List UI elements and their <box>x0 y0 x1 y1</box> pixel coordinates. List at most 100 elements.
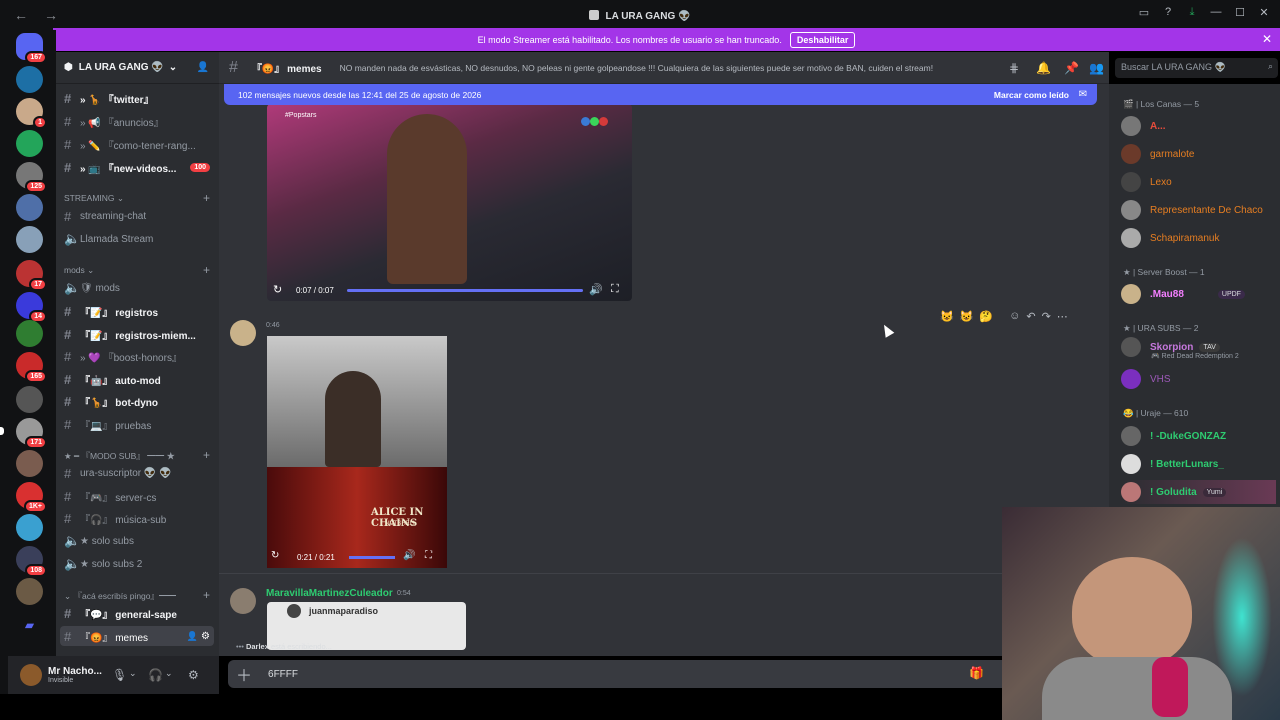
channel-boost-honors[interactable]: # » 💜 『boost-honors』 <box>60 346 214 366</box>
channel-topic[interactable]: NO manden nada de esvásticas, NO desnudo… <box>340 63 960 73</box>
bell-icon[interactable]: 🔔 <box>1036 61 1051 75</box>
forward-icon[interactable]: ↷ <box>1042 310 1051 323</box>
add-channel-icon[interactable]: + <box>203 191 210 205</box>
message-author[interactable]: MaravillaMartinezCuleador <box>266 588 393 599</box>
channel-solo-subs[interactable]: 🔈 ★ solo subs <box>60 531 214 551</box>
guild-header[interactable]: ⬢ LA URA GANG 👽 ⌄ 👤 <box>56 52 219 84</box>
maximize-icon[interactable]: ☐ <box>1230 6 1250 19</box>
video-attachment[interactable]: ALICE IN CHAINS NUTSHELL ↻ 0:21 / 0:21 🔊… <box>267 336 447 568</box>
add-channel-icon[interactable]: + <box>203 588 210 602</box>
headphones-icon[interactable]: 🎧 <box>148 668 163 682</box>
channel-registros[interactable]: # 『📝』 registros <box>60 301 214 321</box>
avatar[interactable] <box>230 588 256 614</box>
member-item[interactable]: Lexo <box>1121 170 1276 194</box>
channel-general-sape[interactable]: # 『💬』 general-sape <box>60 603 214 623</box>
channel-ura-suscriptor[interactable]: # ura-suscriptor 👽 👽 <box>60 463 214 483</box>
close-window-icon[interactable]: ✕ <box>1254 6 1274 19</box>
add-reaction-icon[interactable]: ☺ <box>1009 310 1020 323</box>
member-item[interactable]: Schapiramanuk <box>1121 226 1276 250</box>
threads-icon[interactable]: ⋕ <box>1009 61 1019 75</box>
category-mods[interactable]: mods ⌄ + <box>64 263 210 277</box>
add-channel-icon[interactable]: + <box>203 263 210 277</box>
category-streaming[interactable]: STREAMING ⌄ + <box>64 191 210 205</box>
member-item[interactable]: .Mau88 UPDF <box>1121 282 1276 306</box>
server-icon[interactable] <box>16 514 43 541</box>
gift-icon[interactable]: 🎁 <box>969 666 984 680</box>
minimize-icon[interactable]: — <box>1206 6 1226 19</box>
server-icon[interactable] <box>16 320 43 347</box>
fullscreen-icon[interactable]: ⛶ <box>425 550 432 561</box>
server-icon[interactable]: 1K+ <box>16 482 47 513</box>
video-progress-bar[interactable] <box>347 289 583 292</box>
channel-anuncios[interactable]: # » 📢 『anuncios』 <box>60 111 214 131</box>
server-icon[interactable]: 125 <box>16 162 47 193</box>
category-modo-sub[interactable]: ★ ━ 『MODO SUB』 ━━ ★ + <box>64 448 210 462</box>
message-composer[interactable]: ＋ 6FFFF 🎁 <box>228 660 1028 688</box>
reply-icon[interactable]: ↶ <box>1026 310 1035 323</box>
channel-memes[interactable]: # 『😡』 memes 👤 ⚙ <box>60 626 214 646</box>
member-item[interactable]: VHS <box>1121 367 1276 391</box>
replay-icon[interactable]: ↻ <box>271 550 279 561</box>
channel-registros-miembros[interactable]: # 『📝』 registros-miem... <box>60 324 214 344</box>
reaction-icon[interactable]: 😺 <box>940 310 954 323</box>
home-discord-icon[interactable]: 167 <box>16 33 47 64</box>
channel-como-tener-rango[interactable]: # » ✏️ 『como-tener-rang... <box>60 134 214 154</box>
mark-as-read-button[interactable]: Marcar como leído <box>994 90 1069 100</box>
inbox-icon[interactable]: ▭ <box>1134 6 1154 19</box>
download-icon[interactable]: ⤓ <box>1182 6 1202 19</box>
server-icon[interactable]: 17 <box>16 260 47 291</box>
channel-twitter[interactable]: # » 🦒 『twitter』 <box>60 88 214 108</box>
close-icon[interactable]: ✕ <box>1262 32 1272 46</box>
channel-streaming-chat[interactable]: # streaming-chat <box>60 206 214 226</box>
new-messages-bar[interactable]: 102 mensajes nuevos desde las 12:41 del … <box>224 84 1097 105</box>
chevron-down-icon[interactable]: ⌄ <box>129 668 137 679</box>
member-item[interactable]: garmalote <box>1121 142 1276 166</box>
channel-musica-sub[interactable]: # 『🎧』 música-sub <box>60 508 214 528</box>
server-icon[interactable]: 108 <box>16 546 47 577</box>
pin-icon[interactable]: 📌 <box>1064 61 1079 75</box>
reaction-icon[interactable]: 🤔 <box>979 310 993 323</box>
video-attachment[interactable]: #Popstars ↻ 0:07 / 0:07 🔊 ⛶ <box>267 104 632 301</box>
search-input[interactable]: Buscar LA URA GANG 👽 ⌕ <box>1115 58 1278 78</box>
category-aca-escribis[interactable]: ⌄ 『acá escribís pingo』━━ + <box>64 588 210 602</box>
avatar[interactable] <box>20 664 42 686</box>
server-icon[interactable] <box>16 226 43 253</box>
avatar[interactable] <box>230 320 256 346</box>
member-list-icon[interactable]: 👥 <box>1089 61 1104 75</box>
channel-bot-dyno[interactable]: # 『🦒』 bot-dyno <box>60 391 214 411</box>
settings-gear-icon[interactable]: ⚙ <box>201 631 210 642</box>
video-progress-bar[interactable] <box>349 556 395 559</box>
member-item[interactable]: A... <box>1121 114 1276 138</box>
member-item[interactable]: ! -DukeGONZAZ <box>1121 424 1276 448</box>
server-icon[interactable] <box>16 450 43 477</box>
invite-icon[interactable]: 👤 <box>187 631 198 642</box>
server-icon[interactable] <box>16 578 43 605</box>
member-item[interactable]: ! BetterLunars_ <box>1121 452 1276 476</box>
member-item[interactable]: Skorpion TAV 🎮 Red Dead Redemption 2 <box>1121 335 1276 360</box>
channel-new-videos[interactable]: # » 📺 『new-videos... 100 <box>60 157 214 177</box>
channel-server-cs[interactable]: # 『🎮』 server-cs <box>60 486 214 506</box>
channel-solo-subs-2[interactable]: 🔈 ★ solo subs 2 <box>60 554 214 574</box>
channel-mods-voice[interactable]: 🔈 🛡 mods <box>60 278 214 298</box>
message-input[interactable]: 6FFFF <box>268 669 298 680</box>
user-settings-gear-icon[interactable]: ⚙ <box>188 668 199 682</box>
channel-llamada-stream[interactable]: 🔈 Llamada Stream <box>60 229 214 249</box>
folder-icon[interactable]: ▰ <box>16 612 43 639</box>
reaction-icon[interactable]: 😺 <box>960 310 974 323</box>
server-icon[interactable] <box>16 130 43 157</box>
microphone-icon[interactable]: 🎙 <box>112 668 127 682</box>
replay-icon[interactable]: ↻ <box>273 283 282 296</box>
volume-icon[interactable]: 🔊 <box>403 550 415 561</box>
channel-auto-mod[interactable]: # 『🤖』 auto-mod <box>60 369 214 389</box>
server-icon[interactable]: 165 <box>16 352 47 383</box>
disable-streamer-button[interactable]: Deshabilitar <box>789 31 856 48</box>
server-icon[interactable]: 171 <box>0 418 47 449</box>
add-channel-icon[interactable]: + <box>203 448 210 462</box>
member-item[interactable]: ! Goludita Yumi <box>1121 480 1276 504</box>
server-icon[interactable] <box>16 386 43 413</box>
server-icon[interactable] <box>16 66 43 93</box>
server-icon[interactable]: 14 <box>16 292 47 323</box>
more-icon[interactable]: ⋯ <box>1057 310 1068 323</box>
channel-pruebas[interactable]: # 『💻』 pruebas <box>60 414 214 434</box>
add-member-icon[interactable]: 👤 <box>197 62 209 73</box>
